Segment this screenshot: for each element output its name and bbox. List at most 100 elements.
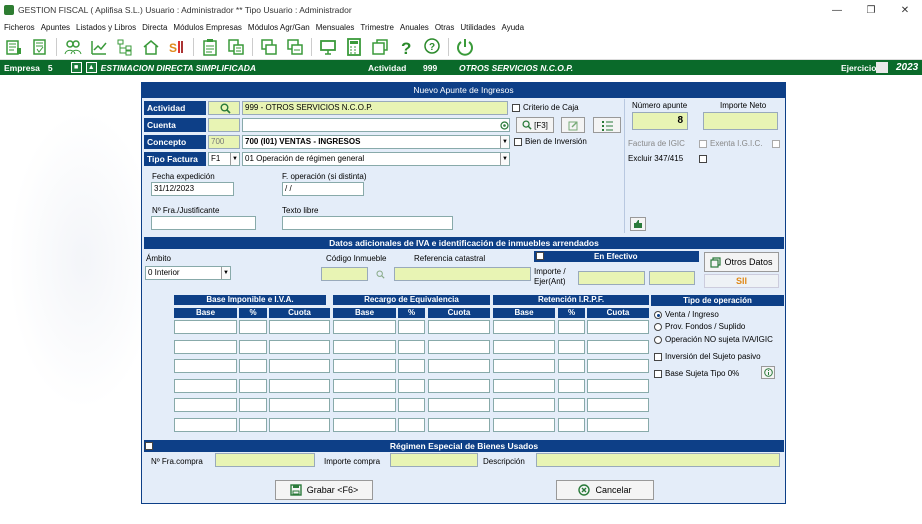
criterio-caja-checkbox[interactable] bbox=[512, 104, 520, 112]
tax-grid-cell[interactable] bbox=[174, 320, 237, 334]
f-operacion-field[interactable]: / / bbox=[282, 182, 364, 196]
clipboard-icon[interactable] bbox=[200, 37, 220, 57]
tax-grid-cell[interactable] bbox=[333, 378, 396, 393]
numero-apunte-field[interactable]: 8 bbox=[632, 112, 688, 130]
bienes-usados-checkbox[interactable] bbox=[145, 442, 153, 450]
base-sujeta-checkbox[interactable] bbox=[654, 370, 662, 378]
tipo-factura-code-select[interactable]: F1 ▼ bbox=[208, 152, 240, 166]
tax-grid-cell[interactable] bbox=[269, 398, 330, 412]
home-icon[interactable] bbox=[141, 37, 161, 57]
tax-grid-cell[interactable] bbox=[174, 417, 237, 432]
menu-apuntes[interactable]: Apuntes bbox=[41, 23, 70, 32]
tax-grid-cell[interactable] bbox=[239, 320, 267, 334]
codigo-inmueble-field[interactable] bbox=[321, 267, 368, 281]
tax-grid-cell[interactable] bbox=[558, 320, 585, 334]
target-icon[interactable] bbox=[499, 120, 509, 130]
exenta-igic-checkbox[interactable] bbox=[772, 140, 780, 148]
tax-grid-cell[interactable] bbox=[239, 398, 267, 412]
menu-mensuales[interactable]: Mensuales bbox=[316, 23, 355, 32]
tax-grid-cell[interactable] bbox=[239, 378, 267, 393]
menu-modulos-empresas[interactable]: Módulos Empresas bbox=[173, 23, 241, 32]
tax-grid-cell[interactable] bbox=[493, 339, 555, 354]
tax-grid-cell[interactable] bbox=[239, 417, 267, 432]
factura-igic-checkbox[interactable] bbox=[699, 140, 707, 148]
tax-grid-cell[interactable] bbox=[493, 378, 555, 393]
minimize-icon[interactable]: — bbox=[820, 0, 854, 20]
search-icon[interactable] bbox=[218, 101, 232, 115]
sii-icon[interactable]: S bbox=[167, 37, 187, 57]
tax-grid-cell[interactable] bbox=[493, 320, 555, 334]
cuenta-code-field[interactable] bbox=[208, 118, 240, 132]
help-icon[interactable]: ? bbox=[396, 37, 416, 57]
ambito-select[interactable]: 0 Interior ▼ bbox=[145, 266, 231, 280]
tax-grid-cell[interactable] bbox=[333, 359, 396, 373]
document-list-icon[interactable] bbox=[226, 37, 246, 57]
f3-search-button[interactable]: [F3] bbox=[516, 117, 554, 133]
tax-grid-cell[interactable] bbox=[239, 359, 267, 373]
descripcion-field[interactable] bbox=[536, 453, 780, 467]
importe-neto-field[interactable] bbox=[703, 112, 778, 130]
tax-grid-cell[interactable] bbox=[398, 320, 425, 334]
venta-radio[interactable] bbox=[654, 311, 662, 319]
tax-grid-cell[interactable] bbox=[269, 320, 330, 334]
importe-efectivo-field[interactable] bbox=[578, 271, 645, 285]
tax-grid-cell[interactable] bbox=[587, 398, 649, 412]
tax-grid-cell[interactable] bbox=[587, 339, 649, 354]
tax-grid-cell[interactable] bbox=[398, 378, 425, 393]
cuenta-field[interactable] bbox=[242, 118, 510, 132]
tax-grid-cell[interactable] bbox=[587, 378, 649, 393]
inversion-sujeto-checkbox[interactable] bbox=[654, 353, 662, 361]
importe-compra-field[interactable] bbox=[390, 453, 478, 467]
menu-anuales[interactable]: Anuales bbox=[400, 23, 429, 32]
calculator-icon[interactable] bbox=[344, 37, 364, 57]
tax-grid-cell[interactable] bbox=[587, 320, 649, 334]
tax-grid-cell[interactable] bbox=[558, 378, 585, 393]
tax-grid-cell[interactable] bbox=[239, 339, 267, 354]
tax-grid-cell[interactable] bbox=[558, 398, 585, 412]
menu-ficheros[interactable]: Ficheros bbox=[4, 23, 35, 32]
texto-libre-field[interactable] bbox=[282, 216, 453, 230]
en-efectivo-checkbox[interactable] bbox=[536, 252, 544, 260]
menu-otras[interactable]: Otras bbox=[435, 23, 455, 32]
menu-ayuda[interactable]: Ayuda bbox=[502, 23, 525, 32]
search-icon[interactable] bbox=[374, 268, 386, 280]
list-button[interactable] bbox=[593, 117, 621, 133]
ejercicio-anterior-field[interactable] bbox=[649, 271, 695, 285]
tax-grid-cell[interactable] bbox=[333, 417, 396, 432]
copy-2-icon[interactable] bbox=[285, 37, 305, 57]
nfra-compra-field[interactable] bbox=[215, 453, 315, 467]
chat-help-icon[interactable]: ? bbox=[422, 37, 442, 57]
chevron-down-icon[interactable]: ▼ bbox=[500, 153, 509, 165]
concepto-select[interactable]: 700 (I01) VENTAS - INGRESOS ▼ bbox=[242, 135, 510, 149]
tax-grid-cell[interactable] bbox=[269, 378, 330, 393]
window-icon[interactable] bbox=[370, 37, 390, 57]
excluir-347-checkbox[interactable] bbox=[699, 155, 707, 163]
tax-grid-cell[interactable] bbox=[428, 378, 490, 393]
close-icon[interactable]: ✕ bbox=[888, 0, 922, 20]
tax-grid-cell[interactable] bbox=[333, 339, 396, 354]
tax-grid-cell[interactable] bbox=[558, 359, 585, 373]
tax-grid-cell[interactable] bbox=[558, 339, 585, 354]
chevron-down-icon[interactable]: ▼ bbox=[221, 267, 230, 279]
info-button[interactable] bbox=[761, 366, 775, 379]
tax-grid-cell[interactable] bbox=[398, 417, 425, 432]
ledger-icon[interactable] bbox=[4, 37, 24, 57]
tax-grid-cell[interactable] bbox=[333, 398, 396, 412]
nfra-field[interactable] bbox=[151, 216, 256, 230]
tax-grid-cell[interactable] bbox=[398, 398, 425, 412]
referencia-catastral-field[interactable] bbox=[394, 267, 531, 281]
actividad-field[interactable]: 999 - OTROS SERVICIOS N.C.O.P. bbox=[242, 101, 508, 115]
tax-grid-cell[interactable] bbox=[493, 417, 555, 432]
tax-grid-cell[interactable] bbox=[558, 417, 585, 432]
power-icon[interactable] bbox=[455, 37, 475, 57]
tax-grid-cell[interactable] bbox=[398, 359, 425, 373]
chevron-down-icon[interactable]: ▼ bbox=[230, 153, 239, 165]
cancelar-button[interactable]: Cancelar bbox=[556, 480, 654, 500]
thumbs-up-button[interactable] bbox=[630, 217, 646, 231]
tax-grid-cell[interactable] bbox=[428, 398, 490, 412]
tax-grid-cell[interactable] bbox=[587, 417, 649, 432]
tax-grid-cell[interactable] bbox=[398, 339, 425, 354]
ejercicio-selector[interactable] bbox=[876, 62, 888, 73]
tax-grid-cell[interactable] bbox=[428, 359, 490, 373]
grabar-button[interactable]: Grabar <F6> bbox=[275, 480, 373, 500]
